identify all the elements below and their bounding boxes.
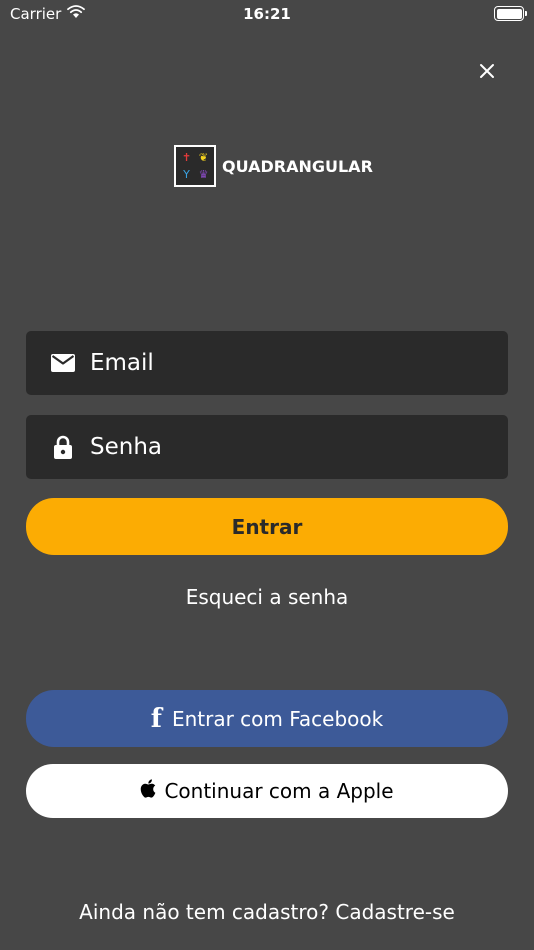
email-input[interactable]: [90, 350, 470, 376]
status-bar: Carrier 16:21: [0, 0, 534, 30]
battery-icon: [494, 6, 527, 21]
dove-icon: ❦: [198, 151, 209, 164]
crown-icon: ♛: [198, 168, 209, 181]
email-field[interactable]: [26, 331, 508, 395]
close-button[interactable]: [472, 58, 502, 88]
cross-icon: ✝: [181, 151, 192, 164]
password-input[interactable]: [90, 434, 470, 460]
login-button-label: Entrar: [231, 514, 303, 539]
apple-icon: [140, 779, 156, 803]
apple-button-label: Continuar com a Apple: [164, 779, 394, 803]
forgot-password-link[interactable]: Esqueci a senha: [0, 585, 534, 609]
apple-login-button[interactable]: Continuar com a Apple: [26, 764, 508, 818]
login-button[interactable]: Entrar: [26, 498, 508, 555]
lock-icon: [50, 434, 76, 460]
quadrangular-logo-icon: ✝ ❦ Y ♛: [174, 145, 216, 187]
facebook-button-label: Entrar com Facebook: [171, 706, 384, 731]
status-time: 16:21: [243, 5, 291, 23]
password-field[interactable]: [26, 415, 508, 479]
mail-icon: [50, 350, 76, 376]
close-icon: [479, 63, 495, 83]
logo-text: QUADRANGULAR: [222, 156, 373, 176]
app-logo: ✝ ❦ Y ♛ QUADRANGULAR: [174, 145, 373, 187]
signup-link[interactable]: Ainda não tem cadastro? Cadastre-se: [0, 900, 534, 924]
facebook-icon: f: [150, 703, 162, 734]
facebook-login-button[interactable]: f Entrar com Facebook: [26, 690, 508, 747]
cup-icon: Y: [183, 168, 190, 181]
